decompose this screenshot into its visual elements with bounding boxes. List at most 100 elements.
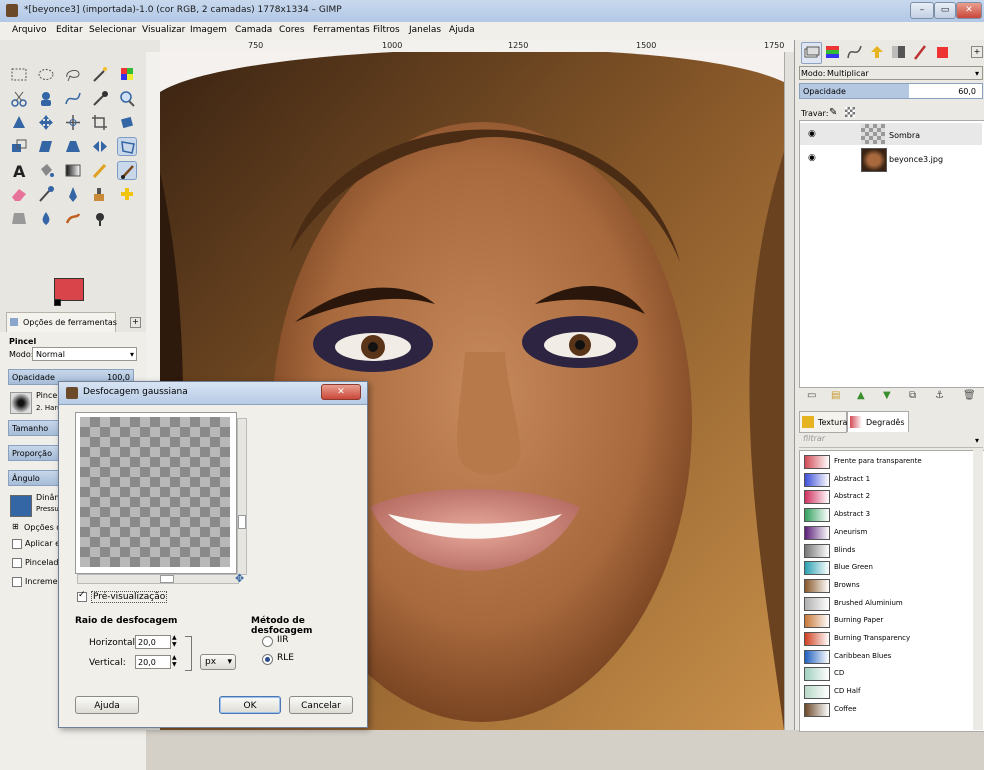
spin-arrows-icon[interactable]: ▲ ▼	[172, 634, 177, 648]
menu-ajuda[interactable]: Ajuda	[449, 25, 475, 35]
new-layer-icon[interactable]: ▭	[807, 390, 816, 401]
lasso-icon[interactable]	[63, 65, 83, 84]
preview-checkbox[interactable]: ✓	[77, 590, 87, 602]
gradient-list-item[interactable]: Coffee	[802, 702, 970, 718]
dynamics-icon[interactable]	[10, 495, 32, 517]
gradient-list-item[interactable]: Caribbean Blues	[802, 649, 970, 665]
gradients-tab[interactable]: Degradês	[847, 411, 909, 432]
layer-name[interactable]: beyonce3.jpg	[889, 155, 943, 164]
unit-select[interactable]: px ▾	[200, 654, 236, 670]
gradient-list-item[interactable]: Blinds	[802, 543, 970, 559]
magic-wand-icon[interactable]	[90, 65, 110, 84]
pencil-icon[interactable]	[90, 161, 110, 180]
text-icon[interactable]: A	[9, 161, 29, 180]
iir-radio[interactable]	[262, 636, 273, 647]
brush-preview-icon[interactable]	[10, 392, 32, 414]
smooth-stroke-checkbox[interactable]	[12, 558, 22, 568]
vertical-spinbutton[interactable]: 20,0	[135, 655, 171, 669]
preview-vertical-scrollbar[interactable]	[237, 418, 247, 575]
menu-arquivo[interactable]: Arquivo	[12, 25, 46, 35]
tool-options-tab[interactable]: Opções de ferramentas	[6, 312, 117, 333]
scrollbar-thumb[interactable]	[238, 515, 246, 529]
move-icon[interactable]	[36, 113, 56, 132]
default-colors-icon[interactable]	[54, 299, 61, 306]
foreground-color-swatch[interactable]	[54, 278, 84, 301]
configure-dock-icon[interactable]: +	[971, 46, 983, 58]
close-button[interactable]: ✕	[956, 2, 982, 19]
help-button[interactable]: Ajuda	[75, 696, 139, 714]
mode-select[interactable]: Normal ▾	[32, 347, 137, 361]
brushes-tab-icon[interactable]	[911, 42, 930, 62]
expander-icon[interactable]: ⊞	[12, 522, 19, 531]
gradient-list-item[interactable]: Burning Transparency	[802, 631, 970, 647]
gradient-list-item[interactable]: Browns	[802, 578, 970, 594]
spin-arrows-icon[interactable]: ▲ ▼	[172, 654, 177, 668]
layer-name[interactable]: Sombra	[889, 131, 920, 140]
lock-pixels-icon[interactable]: ✎	[829, 107, 837, 118]
menu-camada[interactable]: Camada	[235, 25, 272, 35]
paths-icon[interactable]	[63, 89, 83, 108]
anchor-layer-icon[interactable]: ⚓	[935, 390, 944, 401]
duplicate-layer-icon[interactable]: ⧉	[909, 390, 916, 401]
rotate-icon[interactable]	[117, 113, 137, 132]
zoom-icon[interactable]	[117, 89, 137, 108]
layer-mode-select[interactable]: ▾	[799, 66, 983, 80]
gradient-list-item[interactable]: CD	[802, 666, 970, 682]
gradient-filter-input[interactable]: filtrar	[799, 434, 983, 448]
ink-icon[interactable]	[63, 185, 83, 204]
dialog-title-bar[interactable]: Desfocagem gaussiana ✕	[59, 382, 367, 405]
gradient-list-item[interactable]: Blue Green	[802, 560, 970, 576]
lock-alpha-icon[interactable]	[845, 107, 855, 117]
ellipse-select-icon[interactable]	[36, 65, 56, 84]
raise-layer-icon[interactable]: ▲	[857, 390, 865, 401]
gradient-list-item[interactable]: Frente para transparente	[802, 454, 970, 470]
gradient-list-item[interactable]: CD Half	[802, 684, 970, 700]
textures-tab[interactable]: Texturas	[799, 411, 852, 433]
channels-tab-icon[interactable]	[823, 42, 842, 62]
menu-visualizar[interactable]: Visualizar	[142, 25, 185, 35]
clone-icon[interactable]	[90, 185, 110, 204]
preview-horizontal-scrollbar[interactable]	[77, 574, 239, 584]
chevron-down-icon[interactable]: ▾	[975, 436, 979, 445]
gradient-list-item[interactable]: Brushed Aluminium	[802, 596, 970, 612]
measure-icon[interactable]	[9, 113, 29, 132]
patterns-tab-icon[interactable]	[933, 42, 952, 62]
flip-icon[interactable]	[90, 137, 110, 156]
dodge-burn-icon[interactable]	[90, 209, 110, 228]
blend-icon[interactable]	[63, 161, 83, 180]
paintbrush-icon[interactable]	[117, 161, 137, 180]
scissors-icon[interactable]	[9, 89, 29, 108]
menu-selecionar[interactable]: Selecionar	[89, 25, 136, 35]
cancel-button[interactable]: Cancelar	[289, 696, 353, 714]
gradient-tab-icon[interactable]	[889, 42, 908, 62]
gradient-list-item[interactable]: Abstract 2	[802, 489, 970, 505]
horizontal-spinbutton[interactable]: 20,0	[135, 635, 171, 649]
rect-select-icon[interactable]	[9, 65, 29, 84]
layers-tab-icon[interactable]	[801, 42, 822, 64]
menu-ferramentas[interactable]: Ferramentas	[313, 25, 370, 35]
eye-icon[interactable]: ◉	[808, 153, 816, 163]
dialog-close-button[interactable]: ✕	[321, 384, 361, 400]
eye-icon[interactable]: ◉	[808, 129, 816, 139]
color-select-icon[interactable]	[117, 65, 137, 84]
minimize-button[interactable]: –	[910, 2, 934, 19]
chain-link-icon[interactable]	[185, 636, 192, 671]
layer-opacity-slider[interactable]: Opacidade 60,0	[799, 83, 983, 99]
rle-radio[interactable]	[262, 654, 273, 665]
smudge-icon[interactable]	[63, 209, 83, 228]
gradients-scrollbar[interactable]	[973, 450, 983, 730]
heal-icon[interactable]	[117, 185, 137, 204]
new-layer-group-icon[interactable]: ▤	[831, 390, 840, 401]
menu-cores[interactable]: Cores	[279, 25, 305, 35]
maximize-button[interactable]: ▭	[934, 2, 956, 19]
menu-editar[interactable]: Editar	[56, 25, 83, 35]
airbrush-icon[interactable]	[36, 185, 56, 204]
perspective-icon[interactable]	[63, 137, 83, 156]
menu-janelas[interactable]: Janelas	[409, 25, 441, 35]
configure-tab-icon[interactable]: +	[130, 317, 141, 328]
navigate-icon[interactable]: ✥	[235, 572, 244, 585]
perspective-clone-icon[interactable]	[9, 209, 29, 228]
scrollbar-thumb[interactable]	[160, 575, 174, 583]
crop-icon[interactable]	[90, 113, 110, 132]
gradient-list-item[interactable]: Abstract 3	[802, 507, 970, 523]
